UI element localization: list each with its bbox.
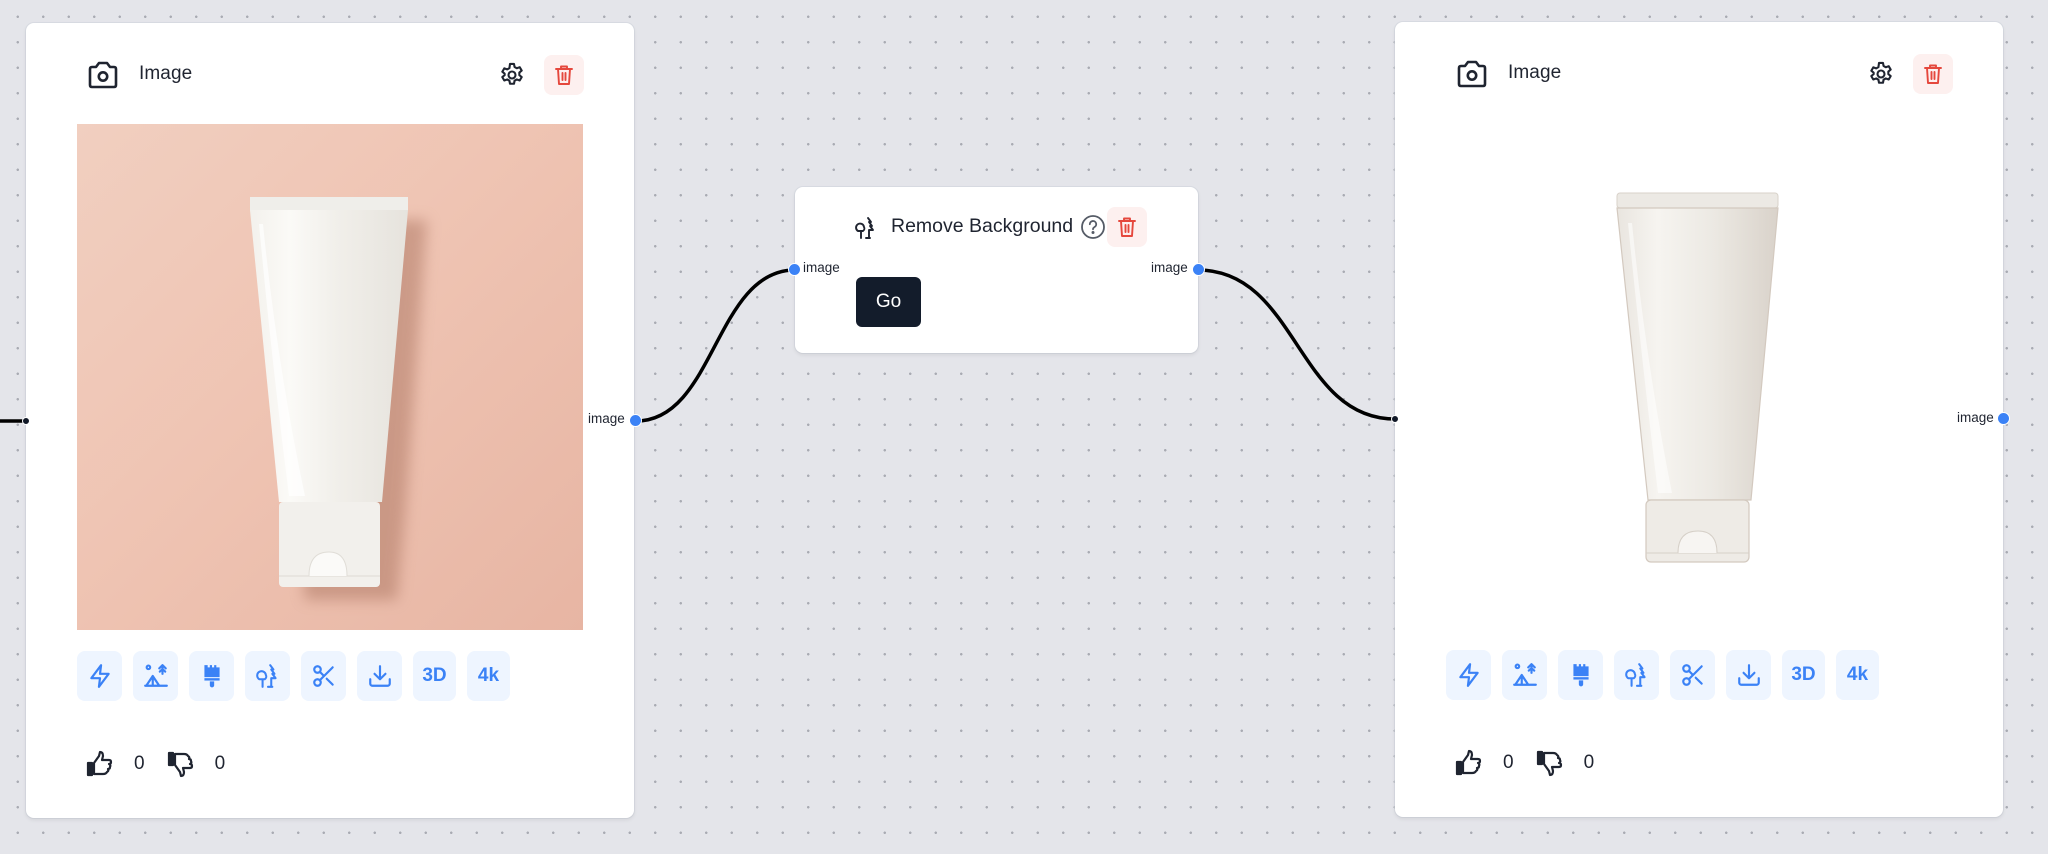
toolbar-remove-bg-button[interactable] (245, 651, 290, 701)
input-image-source-handle[interactable] (629, 414, 642, 427)
workflow-canvas[interactable]: Image 3D 4k 0 0 image Remove Background … (0, 0, 2048, 854)
feedback-row: 0 0 (86, 750, 247, 778)
trash-icon (1924, 64, 1942, 84)
go-button[interactable]: Go (856, 277, 921, 327)
download-icon (1737, 664, 1760, 686)
dislikes-count: 0 (214, 753, 226, 774)
trees-icon (255, 664, 277, 688)
gear-icon[interactable] (1867, 60, 1895, 88)
camera-icon (88, 61, 118, 89)
thumbs-up-icon[interactable] (86, 750, 114, 778)
image-toolbar: 3D 4k (1446, 650, 1879, 700)
image-preview[interactable] (1446, 123, 1952, 629)
toolbar-cut-button[interactable] (301, 651, 346, 701)
product-tube-image (250, 197, 427, 600)
scissors-icon (312, 665, 334, 687)
toolbar-enhance-button[interactable] (1446, 650, 1491, 700)
toolbar-scene-button[interactable] (133, 651, 178, 701)
help-circle-icon[interactable] (1080, 214, 1106, 240)
thumbs-down-icon[interactable] (1536, 749, 1564, 777)
trees-icon (1624, 663, 1646, 687)
image-preview[interactable] (77, 124, 583, 630)
download-icon (368, 665, 391, 687)
gear-icon[interactable] (498, 61, 526, 89)
remove-background-source-handle[interactable] (1192, 263, 1205, 276)
toolbar-4k-button[interactable]: 4k (467, 651, 510, 701)
thumbs-up-icon[interactable] (1455, 749, 1483, 777)
trash-icon (555, 65, 573, 85)
thumbs-down-icon[interactable] (167, 750, 195, 778)
zap-icon (89, 664, 110, 688)
input-handle-label: image (803, 260, 840, 275)
toolbar-brush-button[interactable] (1558, 650, 1603, 700)
brush-icon (1572, 664, 1589, 687)
node-title: Image (139, 63, 193, 84)
toolbar-3d-button[interactable]: 3D (413, 651, 456, 701)
zap-icon (1458, 663, 1479, 687)
toolbar-3d-button[interactable]: 3D (1782, 650, 1825, 700)
node-title: Remove Background (891, 215, 1074, 237)
image-node-output[interactable]: Image 3D 4k 0 0 (1395, 22, 2003, 817)
scene-icon (143, 664, 168, 687)
dislikes-count: 0 (1583, 752, 1595, 773)
camera-icon (1457, 60, 1487, 88)
delete-button[interactable] (544, 55, 584, 95)
edge-input-image-to-remove-background[interactable] (635, 268, 796, 423)
image-node-input[interactable]: Image 3D 4k 0 0 (26, 23, 634, 818)
output-handle-label: image (1957, 410, 1994, 425)
toolbar-download-button[interactable] (1726, 650, 1771, 700)
edge-remove-background-to-output-image[interactable] (1197, 268, 1396, 421)
node-title: Image (1508, 62, 1562, 83)
toolbar-scene-button[interactable] (1502, 650, 1547, 700)
output-handle-label: image (588, 411, 625, 426)
scissors-icon (1681, 664, 1703, 686)
scene-icon (1512, 663, 1537, 686)
toolbar-brush-button[interactable] (189, 651, 234, 701)
trash-icon (1118, 217, 1136, 237)
likes-count: 0 (134, 753, 145, 774)
image-toolbar: 3D 4k (77, 651, 510, 701)
feedback-row: 0 0 (1455, 749, 1616, 777)
likes-count: 0 (1503, 752, 1514, 773)
delete-button[interactable] (1107, 207, 1147, 247)
toolbar-cut-button[interactable] (1670, 650, 1715, 700)
toolbar-remove-bg-button[interactable] (1614, 650, 1659, 700)
product-tube-cutout-image (1616, 192, 1779, 563)
toolbar-enhance-button[interactable] (77, 651, 122, 701)
brush-icon (203, 665, 220, 688)
toolbar-download-button[interactable] (357, 651, 402, 701)
trees-icon (855, 217, 874, 239)
remove-background-node[interactable]: Remove Background Go (795, 187, 1198, 353)
output-image-target-handle[interactable] (1391, 415, 1399, 423)
toolbar-4k-button[interactable]: 4k (1836, 650, 1879, 700)
delete-button[interactable] (1913, 54, 1953, 94)
output-image-source-handle[interactable] (1997, 412, 2010, 425)
remove-background-target-handle[interactable] (788, 263, 801, 276)
input-image-target-handle[interactable] (22, 417, 30, 425)
output-handle-label: image (1151, 260, 1188, 275)
